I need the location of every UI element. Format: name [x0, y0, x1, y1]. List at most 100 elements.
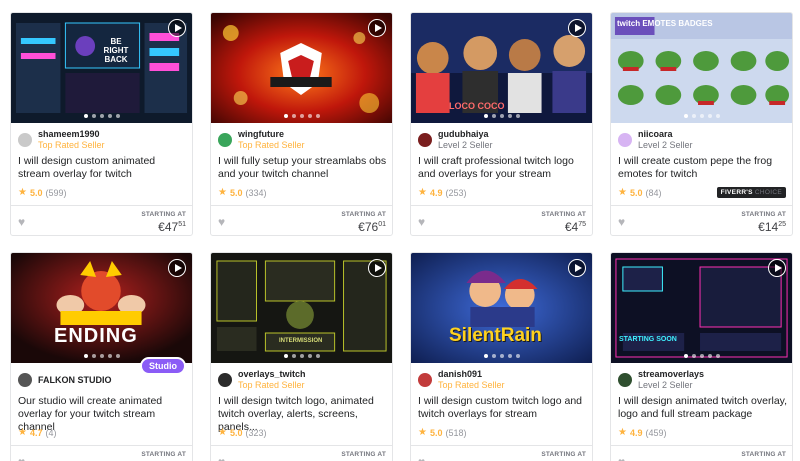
seller-level: Level 2 Seller	[638, 140, 693, 150]
carousel-dots[interactable]	[483, 354, 520, 358]
seller-name[interactable]: overlays_twitch	[238, 369, 306, 380]
seller-name[interactable]: niicoara	[638, 129, 693, 140]
seller-level: Level 2 Seller	[438, 140, 493, 150]
thumbnail-caption: INTERMISSION	[279, 338, 323, 344]
seller-level: Top Rated Seller	[238, 140, 305, 150]
heart-icon[interactable]: ♥	[418, 216, 425, 228]
play-icon[interactable]	[368, 259, 386, 277]
gig-card[interactable]: LOCO COCO gudubhaiya Level 2 Seller I wi…	[410, 12, 593, 236]
thumbnail-image	[611, 253, 792, 363]
carousel-dots[interactable]	[683, 114, 720, 118]
star-icon: ★	[18, 187, 27, 198]
play-icon[interactable]	[568, 259, 586, 277]
gig-thumbnail[interactable]	[211, 13, 392, 123]
play-icon[interactable]	[568, 19, 586, 37]
gig-rating: ★ 4.9 (459)	[618, 427, 667, 438]
seller-info[interactable]: gudubhaiya Level 2 Seller	[418, 129, 493, 151]
seller-info[interactable]: shameem1990 Top Rated Seller	[18, 129, 105, 151]
heart-icon[interactable]: ♥	[18, 216, 25, 228]
seller-info[interactable]: wingfuture Top Rated Seller	[218, 129, 305, 151]
seller-info[interactable]: streamoverlays Level 2 Seller	[618, 369, 704, 391]
gig-card[interactable]: SilentRain danish091 Top Rated Seller I …	[410, 252, 593, 461]
thumbnail-image	[11, 13, 192, 123]
avatar[interactable]	[418, 373, 432, 387]
gig-card[interactable]: INTERMISSION overlays_twitch Top Rated S…	[210, 252, 393, 461]
gig-price[interactable]: €4751	[158, 220, 186, 234]
avatar[interactable]	[618, 133, 632, 147]
gig-card[interactable]: BE RIGHT BACK shameem1990 Top Rated Sell…	[10, 12, 193, 236]
star-icon: ★	[218, 427, 227, 438]
gig-rating: ★ 4.7 (4)	[18, 427, 57, 438]
carousel-dots[interactable]	[483, 114, 520, 118]
heart-icon[interactable]: ♥	[618, 456, 625, 461]
thumbnail-caption: twitch EMOTES BADGES	[617, 19, 713, 28]
seller-name[interactable]: gudubhaiya	[438, 129, 493, 140]
avatar[interactable]	[418, 133, 432, 147]
gig-price[interactable]: €7601	[358, 220, 386, 234]
gig-price[interactable]: €475	[565, 220, 586, 234]
gig-thumbnail[interactable]: SilentRain	[411, 253, 592, 363]
gig-thumbnail[interactable]: INTERMISSION	[211, 253, 392, 363]
gig-card[interactable]: wingfuture Top Rated Seller I will fully…	[210, 12, 393, 236]
gig-title[interactable]: I will design custom twitch logo and twi…	[418, 395, 590, 421]
play-icon[interactable]	[168, 19, 186, 37]
studio-badge: Studio	[140, 357, 186, 375]
gig-thumbnail[interactable]: twitch EMOTES BADGES	[611, 13, 792, 123]
avatar[interactable]	[18, 373, 32, 387]
heart-icon[interactable]: ♥	[418, 456, 425, 461]
gig-title[interactable]: I will craft professional twitch logo an…	[418, 155, 590, 181]
seller-name[interactable]: streamoverlays	[638, 369, 704, 380]
gig-title[interactable]: I will create custom pepe the frog emote…	[618, 155, 790, 181]
avatar[interactable]	[618, 373, 632, 387]
seller-name[interactable]: FALKON STUDIO	[38, 369, 112, 391]
heart-icon[interactable]: ♥	[618, 216, 625, 228]
gig-rating: ★ 4.9 (253)	[418, 187, 467, 198]
thumbnail-image	[611, 13, 792, 123]
gig-footer: ♥ STARTING AT	[211, 445, 392, 461]
heart-icon[interactable]: ♥	[218, 216, 225, 228]
seller-name[interactable]: shameem1990	[38, 129, 105, 140]
carousel-dots[interactable]	[283, 114, 320, 118]
gig-thumbnail[interactable]: STARTING SOON	[611, 253, 792, 363]
star-icon: ★	[618, 187, 627, 198]
starting-at-label: STARTING AT	[141, 211, 186, 218]
seller-info[interactable]: overlays_twitch Top Rated Seller	[218, 369, 306, 391]
thumbnail-image	[211, 13, 392, 123]
gig-title[interactable]: I will design animated twitch overlay, l…	[618, 395, 790, 421]
play-icon[interactable]	[168, 259, 186, 277]
gig-card[interactable]: ENDING Studio FALKON STUDIO Our studio w…	[10, 252, 193, 461]
gig-title[interactable]: I will fully setup your streamlabs obs a…	[218, 155, 390, 181]
seller-info[interactable]: niicoara Level 2 Seller	[618, 129, 693, 151]
gig-thumbnail[interactable]: BE RIGHT BACK	[11, 13, 192, 123]
gig-title[interactable]: I will design custom animated stream ove…	[18, 155, 190, 181]
carousel-dots[interactable]	[683, 354, 720, 358]
avatar[interactable]	[218, 133, 232, 147]
play-icon[interactable]	[768, 259, 786, 277]
gig-rating: ★ 5.0 (334)	[218, 187, 267, 198]
seller-level: Top Rated Seller	[38, 140, 105, 150]
gig-card[interactable]: STARTING SOON streamoverlays Level 2 Sel…	[610, 252, 793, 461]
gig-thumbnail[interactable]: LOCO COCO	[411, 13, 592, 123]
seller-info[interactable]: FALKON STUDIO	[18, 369, 112, 391]
avatar[interactable]	[18, 133, 32, 147]
starting-at-label: STARTING AT	[741, 451, 786, 458]
gig-footer: ♥ STARTING AT €1425	[611, 205, 792, 235]
heart-icon[interactable]: ♥	[218, 456, 225, 461]
seller-level: Top Rated Seller	[238, 380, 305, 390]
play-icon[interactable]	[368, 19, 386, 37]
thumbnail-caption: ENDING	[54, 325, 138, 347]
carousel-dots[interactable]	[283, 354, 320, 358]
gig-thumbnail[interactable]: ENDING	[11, 253, 192, 363]
avatar[interactable]	[218, 373, 232, 387]
gig-footer: ♥ STARTING AT	[611, 445, 792, 461]
seller-name[interactable]: danish091	[438, 369, 505, 380]
thumbnail-caption: STARTING SOON	[619, 336, 677, 343]
gig-card[interactable]: twitch EMOTES BADGES niicoara Level 2 Se…	[610, 12, 793, 236]
carousel-dots[interactable]	[83, 114, 120, 118]
gig-price[interactable]: €1425	[758, 220, 786, 234]
seller-name[interactable]: wingfuture	[238, 129, 305, 140]
carousel-dots[interactable]	[83, 354, 120, 358]
heart-icon[interactable]: ♥	[18, 456, 25, 461]
gig-footer: ♥ STARTING AT	[411, 445, 592, 461]
seller-info[interactable]: danish091 Top Rated Seller	[418, 369, 505, 391]
